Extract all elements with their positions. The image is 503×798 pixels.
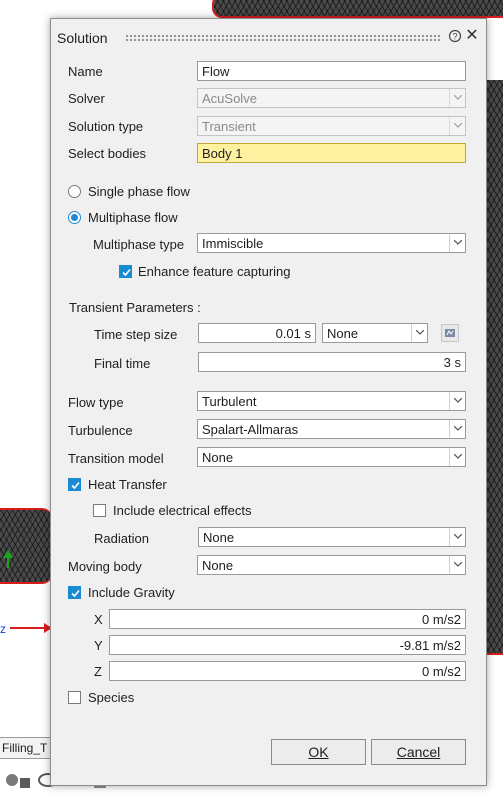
help-icon[interactable]: ? xyxy=(448,29,462,43)
moving-body-value: None xyxy=(202,558,234,573)
flow-type-value: Turbulent xyxy=(202,394,257,409)
flow-type-label: Flow type xyxy=(68,395,124,410)
check-icon xyxy=(71,589,80,598)
electrical-effects-label[interactable]: Include electrical effects xyxy=(113,503,252,518)
chevron-down-icon xyxy=(449,234,465,252)
gravity-y-input[interactable]: -9.81 m/s2 xyxy=(109,635,466,655)
chevron-down-icon xyxy=(449,420,465,438)
multiphase-type-value: Immiscible xyxy=(202,236,264,251)
transition-model-label: Transition model xyxy=(68,451,164,466)
single-phase-label[interactable]: Single phase flow xyxy=(88,184,190,199)
solution-dialog: Solution ? ✕ Name Flow Solver AcuSolve S… xyxy=(50,18,487,786)
select-bodies-input[interactable]: Body 1 xyxy=(197,143,466,163)
transient-params-heading: Transient Parameters : xyxy=(69,300,201,315)
chevron-down-icon xyxy=(449,117,465,135)
ok-button[interactable]: OK xyxy=(271,739,366,765)
time-step-mode-select[interactable]: None xyxy=(322,323,428,343)
chevron-down-icon xyxy=(411,324,427,342)
solution-type-value: Transient xyxy=(202,119,256,134)
select-bodies-label: Select bodies xyxy=(68,146,147,161)
turbulence-select[interactable]: Spalart-Allmaras xyxy=(197,419,466,439)
time-step-input[interactable]: 0.01 s xyxy=(198,323,316,343)
check-icon xyxy=(71,481,80,490)
drag-grip[interactable] xyxy=(125,34,441,42)
gravity-checkbox[interactable] xyxy=(68,586,81,599)
solver-value: AcuSolve xyxy=(202,91,257,106)
final-time-input[interactable]: 3 s xyxy=(198,352,466,372)
radiation-label: Radiation xyxy=(94,531,149,546)
multiphase-label[interactable]: Multiphase flow xyxy=(88,210,178,225)
gravity-y-label: Y xyxy=(94,638,103,653)
moving-body-label: Moving body xyxy=(68,559,142,574)
dialog-titlebar[interactable]: Solution ? ✕ xyxy=(51,19,486,57)
turbulence-label: Turbulence xyxy=(68,423,133,438)
multiphase-type-label: Multiphase type xyxy=(93,237,185,252)
multiphase-radio[interactable] xyxy=(68,211,81,224)
units-icon[interactable] xyxy=(441,324,459,342)
solution-type-select[interactable]: Transient xyxy=(197,116,466,136)
gravity-z-label: Z xyxy=(94,664,102,679)
solution-type-label: Solution type xyxy=(68,119,144,134)
gravity-z-input[interactable]: 0 m/s2 xyxy=(109,661,466,681)
svg-text:z: z xyxy=(0,622,6,636)
species-label[interactable]: Species xyxy=(88,690,134,705)
turbulence-value: Spalart-Allmaras xyxy=(202,422,299,437)
chevron-down-icon xyxy=(449,556,465,574)
enhance-feature-checkbox[interactable] xyxy=(119,265,132,278)
chevron-down-icon xyxy=(449,392,465,410)
final-time-label: Final time xyxy=(94,356,151,371)
multiphase-type-select[interactable]: Immiscible xyxy=(197,233,466,253)
enhance-feature-label[interactable]: Enhance feature capturing xyxy=(138,264,291,279)
heat-transfer-checkbox[interactable] xyxy=(68,478,81,491)
dialog-title: Solution xyxy=(57,30,108,46)
transition-model-value: None xyxy=(202,450,234,465)
single-phase-radio[interactable] xyxy=(68,185,81,198)
transition-model-select[interactable]: None xyxy=(197,447,466,467)
radiation-select[interactable]: None xyxy=(198,527,466,547)
species-checkbox[interactable] xyxy=(68,691,81,704)
flow-type-select[interactable]: Turbulent xyxy=(197,391,466,411)
gravity-x-label: X xyxy=(94,612,103,627)
radiation-value: None xyxy=(203,530,235,545)
solver-label: Solver xyxy=(68,91,105,106)
electrical-effects-checkbox[interactable] xyxy=(93,504,106,517)
time-step-mode-value: None xyxy=(327,326,359,341)
cancel-button[interactable]: Cancel xyxy=(371,739,466,765)
mesh-model-top xyxy=(212,0,503,18)
gravity-x-input[interactable]: 0 m/s2 xyxy=(109,609,466,629)
chevron-down-icon xyxy=(449,89,465,107)
model-tab[interactable]: Filling_T xyxy=(0,737,52,759)
solver-select[interactable]: AcuSolve xyxy=(197,88,466,108)
name-label: Name xyxy=(68,64,103,79)
close-icon[interactable]: ✕ xyxy=(464,28,480,44)
axis-triad-icon: z xyxy=(0,550,52,636)
moving-body-select[interactable]: None xyxy=(197,555,466,575)
gravity-label[interactable]: Include Gravity xyxy=(88,585,175,600)
name-input[interactable]: Flow xyxy=(197,61,466,81)
chevron-down-icon xyxy=(449,448,465,466)
chevron-down-icon xyxy=(449,528,465,546)
time-step-label: Time step size xyxy=(94,327,178,342)
svg-text:?: ? xyxy=(452,31,457,41)
check-icon xyxy=(122,268,131,277)
heat-transfer-label[interactable]: Heat Transfer xyxy=(88,477,167,492)
